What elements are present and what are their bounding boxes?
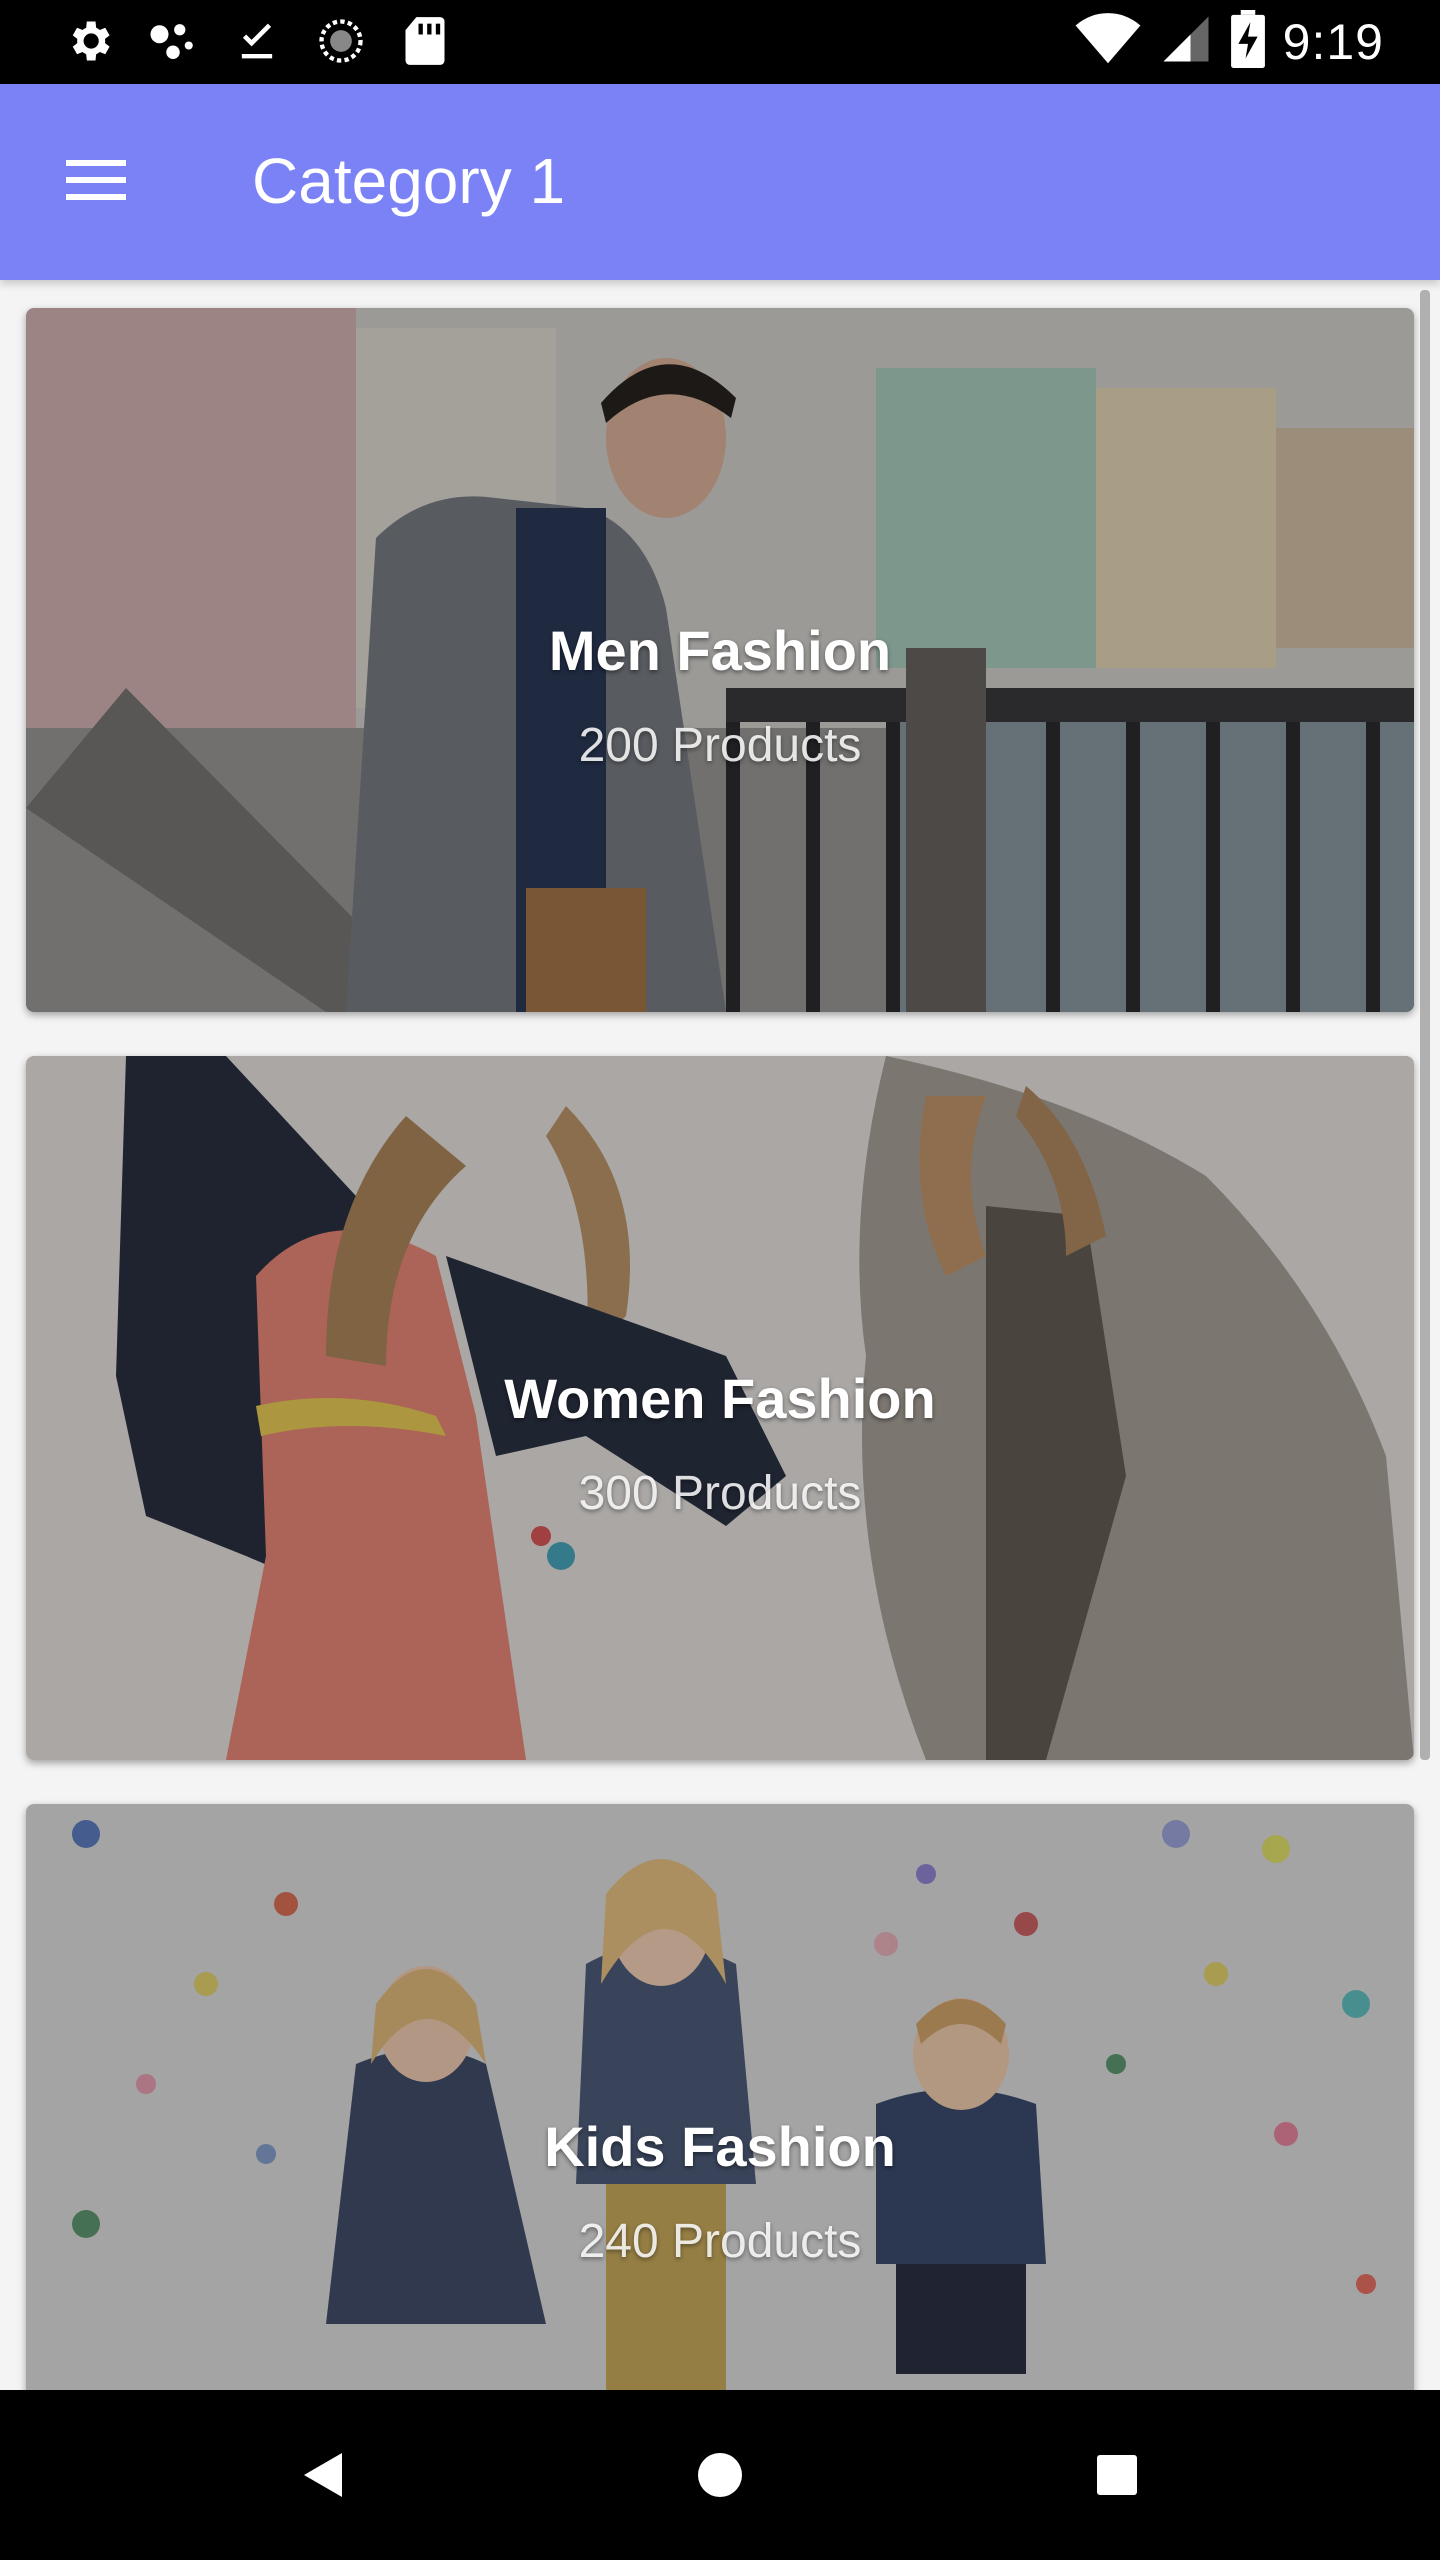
- card-overlay: [26, 1804, 1414, 2390]
- home-icon[interactable]: [675, 2430, 765, 2520]
- wifi-icon: [1075, 12, 1141, 71]
- download-done-icon: [230, 14, 284, 68]
- settings-icon: [62, 14, 116, 68]
- category-list: Men Fashion 200 Products Women Fashion 3…: [0, 280, 1440, 2390]
- category-card-kids-fashion[interactable]: Kids Fashion 240 Products: [26, 1804, 1414, 2390]
- category-title: Kids Fashion: [544, 2115, 896, 2178]
- sync-icon: [314, 14, 368, 68]
- page-title: Category 1: [252, 145, 566, 217]
- battery-charging-icon: [1230, 10, 1265, 73]
- recents-icon[interactable]: [1072, 2430, 1162, 2520]
- category-product-count: 300 Products: [578, 1467, 862, 1520]
- category-card-men-fashion[interactable]: Men Fashion 200 Products: [26, 308, 1414, 1012]
- category-product-count: 240 Products: [578, 2215, 862, 2268]
- navigation-bar: [0, 2390, 1440, 2560]
- menu-icon[interactable]: [62, 154, 130, 206]
- clock: 9:19: [1282, 13, 1384, 70]
- status-icons-left: [62, 14, 452, 68]
- sd-card-icon: [398, 14, 452, 68]
- status-bar: 9:19: [0, 0, 1440, 84]
- category-product-count: 200 Products: [578, 719, 862, 772]
- assistant-dots-icon: [146, 14, 200, 68]
- back-icon[interactable]: [278, 2430, 368, 2520]
- scrollbar[interactable]: [1420, 290, 1430, 1760]
- category-title: Men Fashion: [548, 619, 892, 682]
- cell-signal-icon: [1159, 12, 1213, 71]
- category-card-women-fashion[interactable]: Women Fashion 300 Products: [26, 1056, 1414, 1760]
- status-icons-right: 9:19: [1075, 10, 1384, 73]
- category-title: Women Fashion: [504, 1367, 936, 1430]
- app-bar: Category 1: [0, 84, 1440, 280]
